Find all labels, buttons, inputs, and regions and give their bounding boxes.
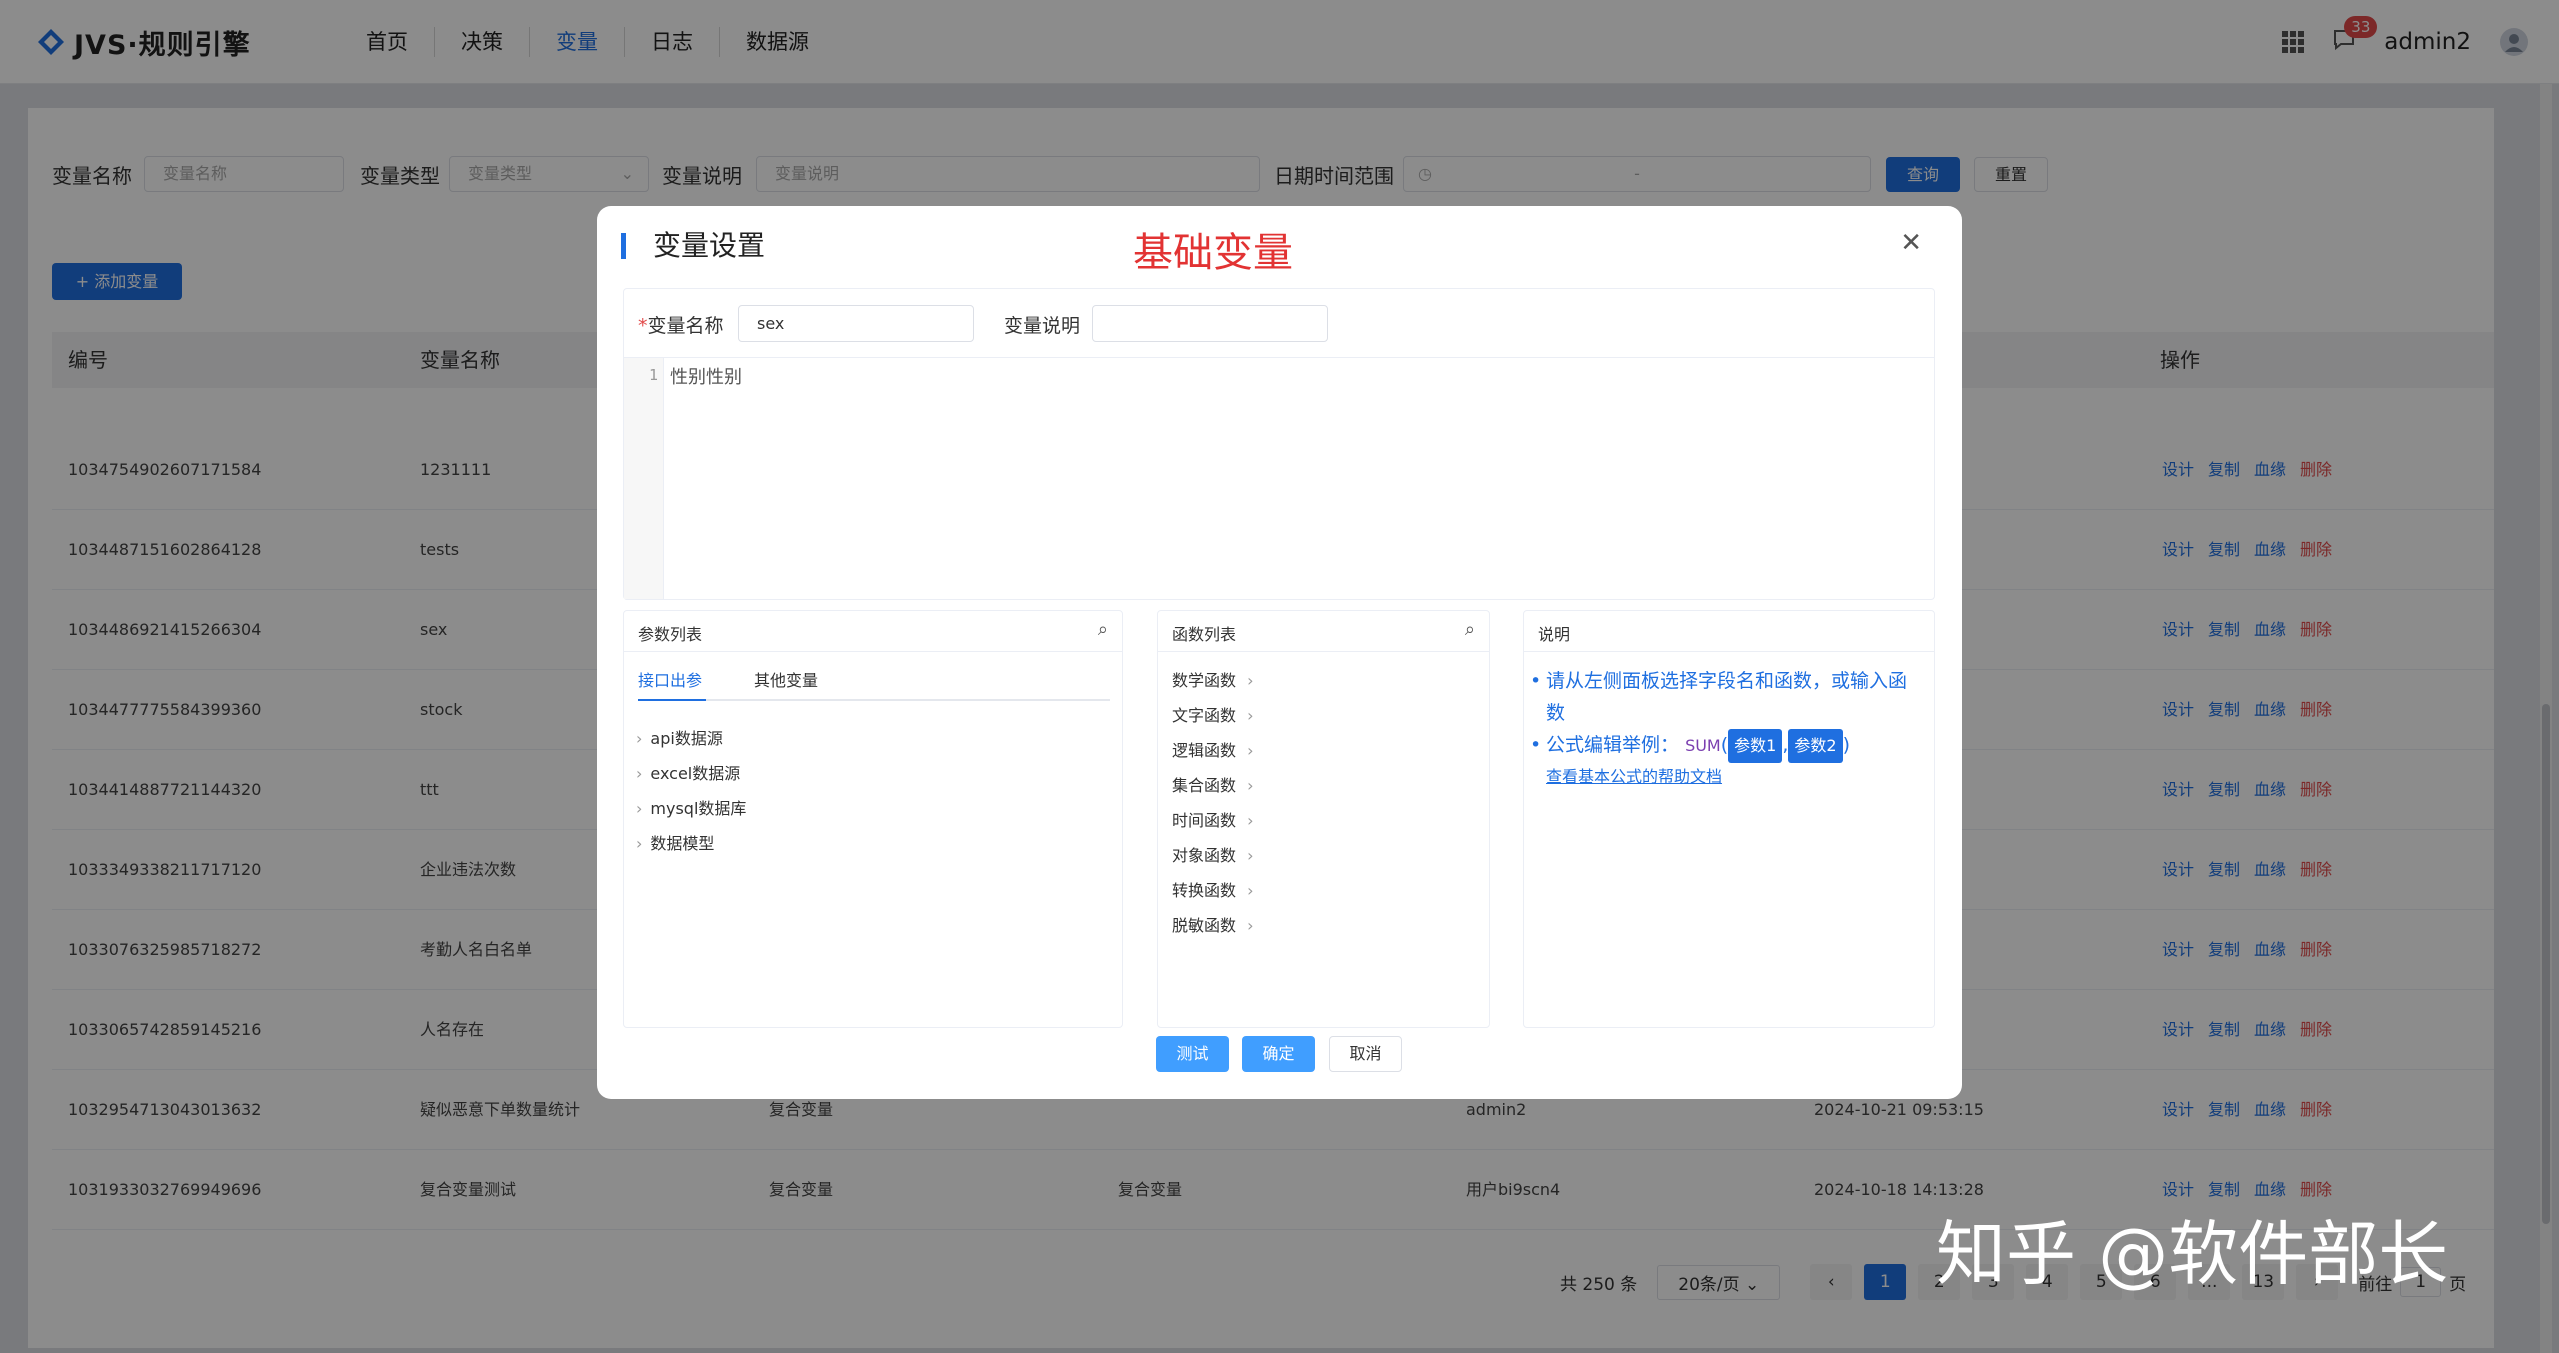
params-panel: 参数列表 ⌕ 接口出参 其他变量 › api数据源 › excel数据源 › mysq… [623, 610, 1123, 1028]
editor-panel: *变量名称 sex 变量说明 1 性别性别 [623, 288, 1935, 600]
formula-editor[interactable]: 性别性别 [670, 363, 742, 389]
tab-api-output[interactable]: 接口出参 [638, 667, 702, 691]
help-panel: 说明 • 请从左侧面板选择字段名和函数，或输入函数 • 公式编辑举例： SUM(参数… [1523, 610, 1935, 1028]
function-category-item[interactable]: 文字函数 › [1172, 702, 1254, 726]
search-icon[interactable]: ⌕ [1465, 619, 1475, 640]
variable-name-input[interactable]: sex [738, 305, 974, 342]
chevron-right-icon: › [1242, 671, 1254, 690]
title-accent-bar [621, 233, 626, 259]
help-doc-link[interactable]: 查看基本公式的帮助文档 [1528, 763, 1918, 791]
tree-item-data-model[interactable]: › 数据模型 [636, 830, 714, 854]
tree-item-mysql-database[interactable]: › mysql数据库 [636, 795, 746, 819]
function-category-item[interactable]: 脱敏函数 › [1172, 912, 1254, 936]
close-icon[interactable]: ✕ [1900, 228, 1922, 258]
chevron-right-icon: › [636, 764, 643, 783]
editor-line-number: 1 [649, 366, 659, 384]
chevron-right-icon: › [636, 799, 643, 818]
function-category-item[interactable]: 数学函数 › [1172, 667, 1254, 691]
cancel-button[interactable]: 取消 [1329, 1036, 1402, 1072]
tree-item-api-datasource[interactable]: › api数据源 [636, 725, 723, 749]
name-field-label: *变量名称 [638, 315, 724, 337]
variable-settings-dialog: 变量设置 基础变量 ✕ *变量名称 sex 变量说明 1 性别性别 参数列表 ⌕… [597, 206, 1962, 1099]
help-instructions: • 请从左侧面板选择字段名和函数，或输入函数 • 公式编辑举例： SUM(参数1, 参… [1528, 665, 1918, 791]
variable-desc-input[interactable] [1092, 305, 1328, 342]
desc-field-label: 变量说明 [1004, 315, 1081, 337]
chevron-right-icon: › [636, 834, 643, 853]
chevron-right-icon: › [1242, 811, 1254, 830]
function-category-item[interactable]: 转换函数 › [1172, 877, 1254, 901]
function-category-item[interactable]: 对象函数 › [1172, 842, 1254, 866]
function-category-item[interactable]: 逻辑函数 › [1172, 737, 1254, 761]
overlay-annotation-title: 基础变量 [1133, 230, 1293, 276]
tree-item-excel-datasource[interactable]: › excel数据源 [636, 760, 740, 784]
chevron-right-icon: › [1242, 776, 1254, 795]
dialog-title: 变量设置 [653, 229, 766, 262]
tab-other-variables[interactable]: 其他变量 [754, 667, 818, 691]
editor-gutter: 1 [624, 358, 664, 599]
functions-panel: 函数列表 ⌕ 数学函数 › 文字函数 › 逻辑函数 › 集合函数 › 时间函数 › 对象函… [1157, 610, 1490, 1028]
functions-panel-title: 函数列表 [1172, 625, 1237, 644]
function-category-item[interactable]: 集合函数 › [1172, 772, 1254, 796]
help-line-1: 请从左侧面板选择字段名和函数，或输入函数 [1546, 670, 1908, 724]
params-panel-title: 参数列表 [638, 625, 703, 644]
example-param-2: 参数2 [1788, 729, 1843, 763]
function-category-item[interactable]: 时间函数 › [1172, 807, 1254, 831]
help-panel-title: 说明 [1538, 625, 1571, 644]
search-icon[interactable]: ⌕ [1098, 619, 1108, 640]
chevron-right-icon: › [636, 729, 643, 748]
chevron-right-icon: › [1242, 706, 1254, 725]
example-param-1: 参数1 [1728, 729, 1783, 763]
chevron-right-icon: › [1242, 916, 1254, 935]
help-line-2: 公式编辑举例： [1546, 734, 1680, 756]
chevron-right-icon: › [1242, 881, 1254, 900]
active-tab-indicator [638, 699, 706, 701]
test-button[interactable]: 测试 [1156, 1036, 1229, 1072]
confirm-button[interactable]: 确定 [1242, 1036, 1315, 1072]
chevron-right-icon: › [1242, 846, 1254, 865]
watermark: 知乎 @软件部长 [1936, 1213, 2449, 1295]
divider [624, 357, 1934, 358]
example-func: SUM [1685, 736, 1721, 755]
chevron-right-icon: › [1242, 741, 1254, 760]
